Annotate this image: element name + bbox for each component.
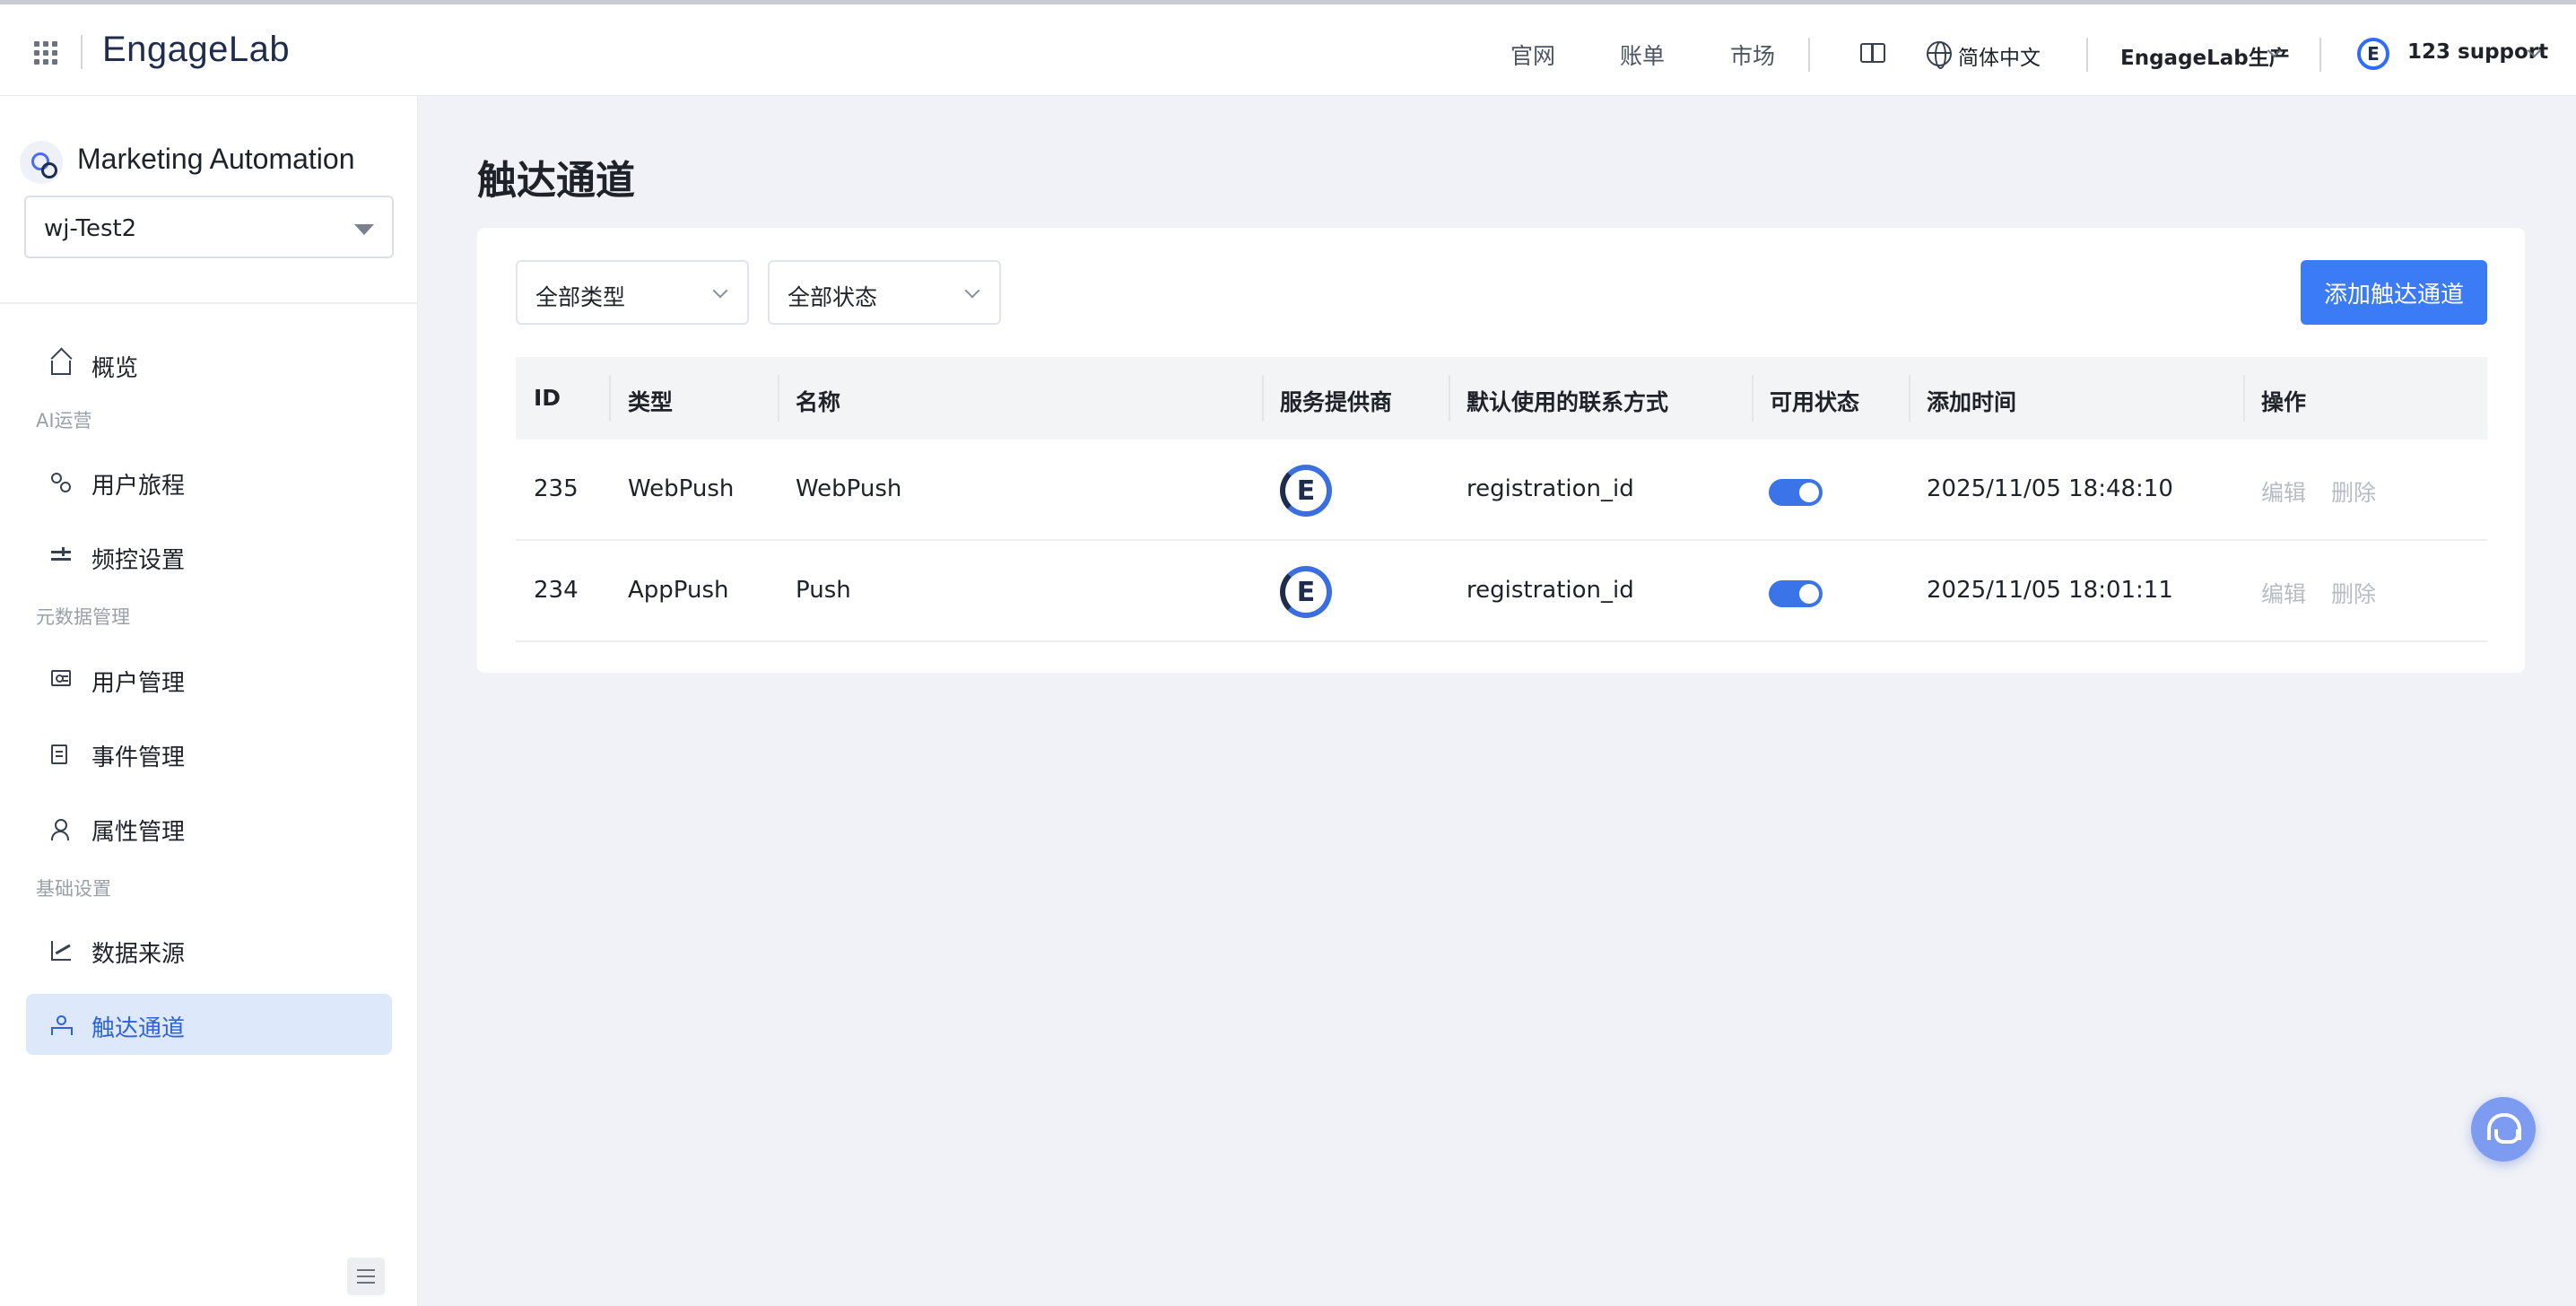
nav-official-site[interactable]: 官网 [1510,39,1555,71]
column-header-contact: 默认使用的联系方式 [1466,389,1669,415]
home-icon [51,361,71,375]
status-filter-value: 全部状态 [788,284,878,310]
section-label-metadata: 元数据管理 [36,606,130,628]
cell-id: 234 [534,577,579,604]
sidebar-item-label: 触达通道 [91,1015,186,1042]
table-header: ID 类型 名称 服务提供商 默认使用的联系方式 可用状态 添加时间 操作 [516,357,2487,440]
globe-icon[interactable] [1927,41,1952,69]
user-menu[interactable]: 123 support [2407,40,2548,64]
column-divider [1262,375,1264,422]
column-header-added-time: 添加时间 [1927,389,2017,415]
column-divider [1449,375,1450,422]
type-filter-value: 全部类型 [535,284,626,310]
section-label-basic-settings: 基础设置 [36,878,111,900]
nav-market[interactable]: 市场 [1730,39,1775,71]
sidebar-item-label: 概览 [91,355,139,382]
sidebar-item-label: 用户管理 [91,670,186,697]
table-row: 234 AppPush Push E registration_id 2025/… [516,541,2487,642]
cell-added-time: 2025/11/05 18:48:10 [1927,475,2173,502]
column-divider [1752,375,1754,422]
edit-link[interactable]: 编辑 [2261,475,2306,508]
column-divider [609,375,611,422]
sidebar-item-user-management[interactable]: 用户管理 [26,649,392,710]
divider [1808,38,1810,72]
hub-icon [51,1015,73,1035]
sidebar-item-label: 用户旅程 [91,473,186,500]
channels-table: ID 类型 名称 服务提供商 默认使用的联系方式 可用状态 添加时间 操作 23… [516,357,2487,642]
column-header-type: 类型 [628,389,674,415]
engagelab-provider-icon: E [1280,566,1332,618]
sidebar-item-frequency-control[interactable]: 频控设置 [26,526,392,587]
language-switcher[interactable]: 简体中文 [1958,40,2041,71]
cell-name: WebPush [796,475,902,502]
status-toggle[interactable] [1769,580,1823,607]
user-icon [51,819,71,840]
column-header-provider: 服务提供商 [1280,389,1393,415]
user-avatar[interactable]: E [2357,38,2389,70]
status-toggle[interactable] [1769,479,1823,506]
project-select-value: wj-Test2 [44,215,137,242]
divider [2319,38,2321,72]
caret-down-icon [354,224,374,235]
sidebar-item-user-journey[interactable]: 用户旅程 [26,451,392,512]
collapse-sidebar-button[interactable] [347,1258,385,1295]
add-channel-button[interactable]: 添加触达通道 [2301,260,2487,325]
project-select[interactable]: wj-Test2 [24,196,394,258]
slider-icon [51,547,71,567]
cell-added-time: 2025/11/05 18:01:11 [1927,577,2173,604]
environment-switcher[interactable]: EngageLab生产 [2120,40,2290,71]
flow-icon [51,473,71,492]
divider [81,35,83,69]
column-header-name: 名称 [796,389,841,415]
cell-type: AppPush [628,577,729,604]
page-title: 触达通道 [477,158,635,204]
column-header-id: ID [534,385,561,411]
cell-name: Push [796,577,851,604]
sidebar-item-data-source[interactable]: 数据来源 [26,919,392,980]
sidebar-item-label: 数据来源 [91,941,186,968]
sidebar-item-label: 属性管理 [91,819,186,846]
cell-id: 235 [534,475,579,502]
cell-contact: registration_id [1466,475,1634,502]
app-grid-icon[interactable] [34,41,57,65]
cell-type: WebPush [628,475,735,502]
chevron-down-icon [964,283,980,299]
status-filter-select[interactable]: 全部状态 [768,260,1001,325]
sidebar-item-channels[interactable]: 触达通道 [26,994,392,1055]
delete-link[interactable]: 删除 [2331,577,2376,609]
column-divider [2243,375,2245,422]
divider [0,302,418,304]
automation-app-icon [20,141,63,184]
type-filter-select[interactable]: 全部类型 [516,260,749,325]
sidebar-item-label: 频控设置 [91,547,186,574]
nav-billing[interactable]: 账单 [1620,39,1665,71]
engagelab-logo[interactable]: EngageLab [102,30,290,70]
divider [2086,38,2088,72]
section-label-ai: AI运营 [36,410,92,431]
channels-card: 全部类型 全部状态 添加触达通道 ID 类型 名称 服务提供商 默认使用的联系方… [477,228,2525,673]
engagelab-provider-icon: E [1280,465,1332,517]
sidebar: Marketing Automation wj-Test2 概览 AI运营 用户… [0,96,418,1306]
sidebar-item-event-management[interactable]: 事件管理 [26,723,392,784]
document-icon [51,744,67,764]
delete-link[interactable]: 删除 [2331,475,2376,508]
top-bar: EngageLab 官网 账单 市场 简体中文 EngageLab生产 E 12… [0,0,2576,96]
customer-support-button[interactable] [2471,1097,2536,1162]
column-header-actions: 操作 [2261,389,2307,415]
sidebar-item-overview[interactable]: 概览 [26,334,392,395]
app-title: Marketing Automation [77,143,355,175]
sidebar-item-label: 事件管理 [91,744,186,771]
column-divider [1909,375,1910,422]
cell-contact: registration_id [1466,577,1634,604]
column-divider [778,375,779,422]
id-card-icon [51,670,71,686]
docs-book-icon[interactable] [1860,43,1885,63]
chevron-down-icon [712,283,728,299]
table-row: 235 WebPush WebPush E registration_id 20… [516,440,2487,541]
sidebar-item-attribute-management[interactable]: 属性管理 [26,797,392,858]
edit-link[interactable]: 编辑 [2261,577,2306,609]
column-header-status: 可用状态 [1770,389,1860,415]
chart-icon [51,941,71,961]
